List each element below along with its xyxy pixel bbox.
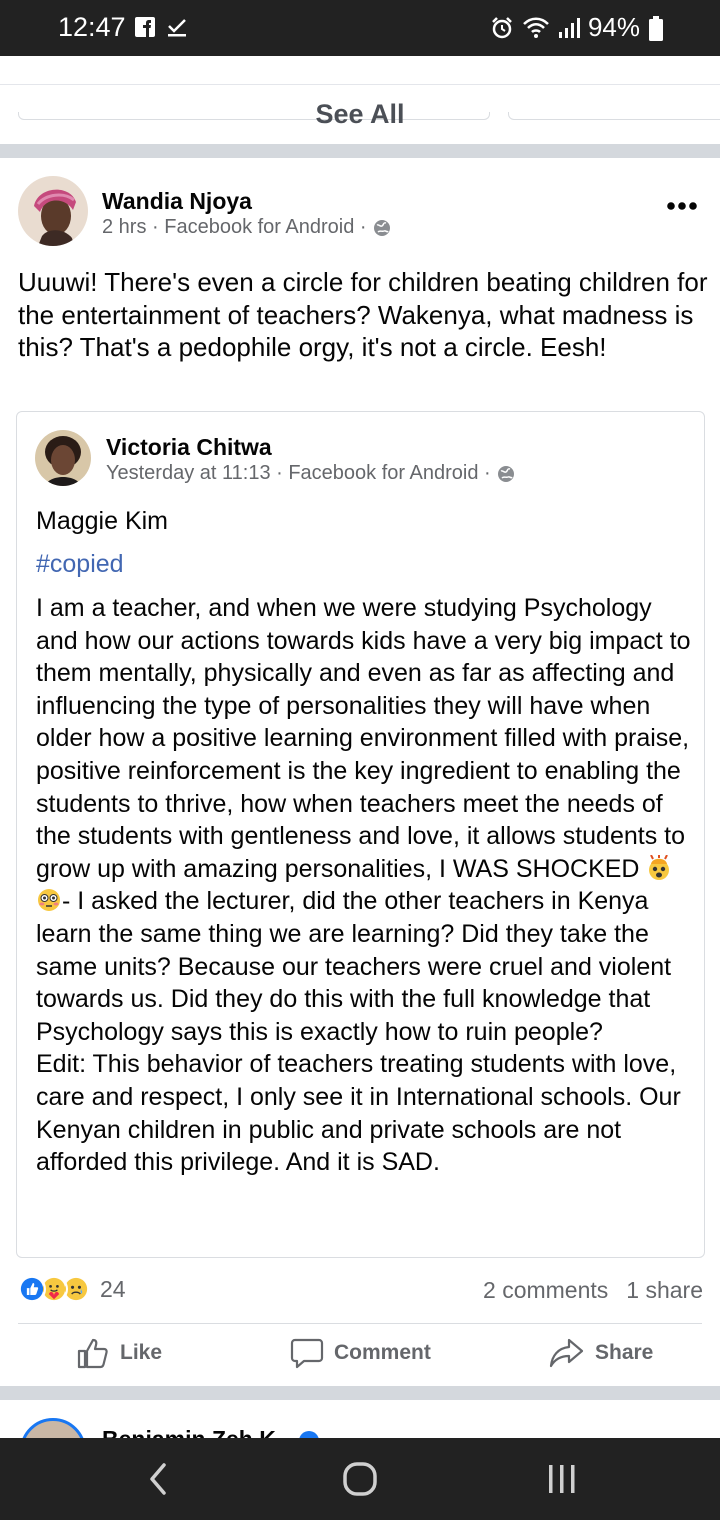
back-icon[interactable]: [144, 1459, 174, 1499]
recent-apps-icon[interactable]: [545, 1461, 579, 1497]
shared-author-name[interactable]: Victoria Chitwa: [106, 434, 272, 461]
next-author-name[interactable]: Benjamin Zeh K: [102, 1426, 276, 1438]
like-button[interactable]: Like: [76, 1336, 162, 1370]
facebook-icon: [135, 17, 155, 37]
engagement-counts: 2 comments 1 share: [483, 1277, 703, 1304]
post-actions: Like Comment Share: [0, 1324, 720, 1386]
wifi-icon: [523, 17, 549, 38]
shared-author-avatar[interactable]: [35, 430, 91, 486]
like-label: Like: [120, 1341, 163, 1364]
reaction-count: 24: [100, 1275, 126, 1302]
see-all-row[interactable]: See All: [0, 84, 720, 144]
share-icon: [549, 1338, 584, 1368]
verified-badge-icon: [299, 1431, 319, 1438]
author-avatar[interactable]: [18, 176, 88, 246]
comment-icon: [290, 1338, 324, 1369]
shared-body-text: I am a teacher, and when we were studyin…: [36, 592, 696, 1179]
post-text: Uuuwi! There's even a circle for childre…: [18, 267, 708, 362]
download-done-icon: [168, 19, 186, 37]
feed-separator: [0, 1386, 720, 1400]
status-left-icons: [134, 16, 188, 38]
next-author-avatar[interactable]: [20, 1418, 86, 1438]
next-feed-post[interactable]: Benjamin Zeh K: [0, 1400, 720, 1438]
shared-first-line: Maggie Kim: [36, 507, 168, 535]
more-options-icon[interactable]: [664, 196, 700, 216]
reactions-summary[interactable]: 24: [18, 1275, 126, 1303]
author-name[interactable]: Wandia Njoya: [102, 188, 252, 215]
see-all-button[interactable]: See All: [315, 99, 404, 130]
globe-icon: [373, 219, 390, 236]
signal-icon: [558, 17, 580, 38]
comment-label: Comment: [334, 1341, 431, 1364]
shared-body-part2: - I asked the lecturer, did the other te…: [36, 887, 681, 1177]
comment-button[interactable]: Comment: [290, 1336, 431, 1370]
status-bar: 12:47 94%: [0, 0, 720, 56]
shared-meta-text: Yesterday at 11:13 · Facebook for Androi…: [106, 462, 491, 484]
like-reaction-icon: [18, 1275, 46, 1303]
comments-count-link[interactable]: 2 comments: [483, 1277, 608, 1304]
shares-count-link[interactable]: 1 share: [626, 1277, 703, 1304]
status-time: 12:47: [58, 12, 126, 42]
like-icon: [77, 1338, 108, 1369]
home-icon[interactable]: [342, 1461, 378, 1497]
flushed-face-emoji-icon: [38, 889, 60, 912]
exploding-head-emoji-icon: [649, 853, 670, 880]
hashtag-link[interactable]: #copied: [36, 550, 124, 579]
alarm-icon: [492, 16, 512, 38]
android-nav-bar: [0, 1438, 720, 1520]
post-meta-text: 2 hrs · Facebook for Android ·: [102, 216, 367, 238]
previous-section: [0, 56, 720, 120]
shared-post[interactable]: Victoria Chitwa Yesterday at 11:13 · Fac…: [16, 411, 705, 1258]
feed-separator: [0, 144, 720, 158]
share-button[interactable]: Share: [549, 1336, 653, 1370]
shared-body-part1: I am a teacher, and when we were studyin…: [36, 594, 691, 883]
battery-percent: 94%: [587, 12, 640, 42]
status-right: 94%: [490, 12, 640, 43]
share-label: Share: [595, 1341, 654, 1364]
post-meta: 2 hrs · Facebook for Android ·: [102, 216, 391, 239]
battery-icon: [649, 16, 663, 41]
globe-icon: [497, 465, 514, 482]
shared-post-meta: Yesterday at 11:13 · Facebook for Androi…: [106, 462, 515, 485]
feed-post: Wandia Njoya 2 hrs · Facebook for Androi…: [0, 158, 720, 1386]
